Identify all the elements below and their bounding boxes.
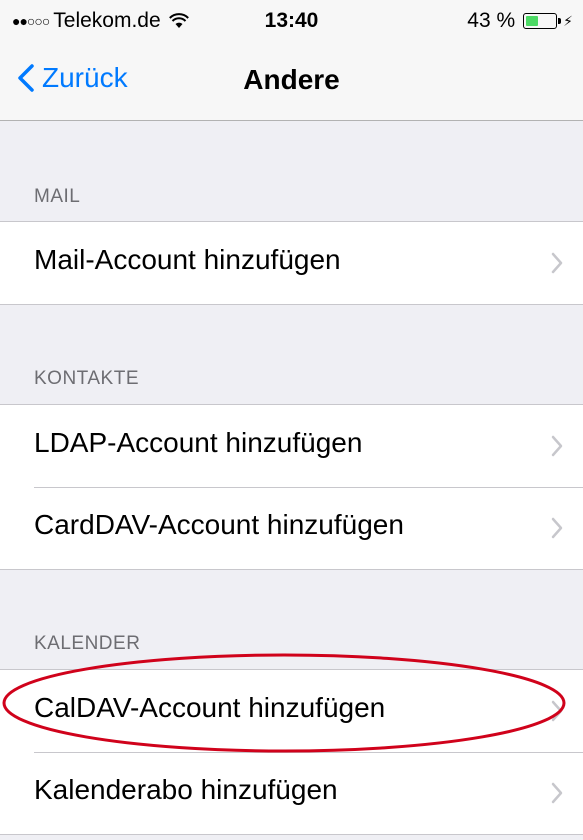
battery-nub — [558, 18, 562, 24]
chevron-right-icon — [551, 517, 563, 539]
chevron-right-icon — [551, 435, 563, 457]
section-header-contacts: KONTAKTE — [34, 368, 139, 389]
battery-info: 43 % ⚡ — [467, 9, 573, 33]
battery-percentage: 43 % — [467, 9, 516, 32]
chevron-right-icon — [551, 782, 563, 804]
contacts-group: LDAP-Account hinzufügen CardDAV-Account … — [0, 404, 583, 570]
chevron-right-icon — [551, 252, 563, 274]
battery-level — [526, 16, 539, 26]
add-calendar-subscription-row[interactable]: Kalenderabo hinzufügen — [0, 752, 583, 834]
add-ldap-account-row[interactable]: LDAP-Account hinzufügen — [0, 405, 583, 487]
chevron-right-icon — [551, 700, 563, 722]
section-header-calendar: KALENDER — [34, 633, 141, 654]
add-carddav-account-row[interactable]: CardDAV-Account hinzufügen — [0, 487, 583, 569]
navigation-bar: Zurück Andere — [0, 40, 583, 121]
battery-icon — [523, 13, 562, 29]
add-caldav-account-row[interactable]: CalDAV-Account hinzufügen — [0, 670, 583, 752]
status-bar: ●●○○○ Telekom.de 13:40 43 % ⚡ — [0, 0, 583, 40]
section-header-mail: MAIL — [34, 186, 81, 207]
calendar-group: CalDAV-Account hinzufügen Kalenderabo hi… — [0, 669, 583, 835]
add-caldav-account-label: CalDAV-Account hinzufügen — [34, 692, 386, 723]
bolt-icon: ⚡ — [563, 12, 573, 29]
add-calendar-subscription-label: Kalenderabo hinzufügen — [34, 774, 338, 805]
page-title: Andere — [243, 64, 340, 95]
add-ldap-account-label: LDAP-Account hinzufügen — [34, 427, 363, 458]
add-carddav-account-label: CardDAV-Account hinzufügen — [34, 509, 404, 540]
add-mail-account-label: Mail-Account hinzufügen — [34, 244, 341, 275]
add-mail-account-row[interactable]: Mail-Account hinzufügen — [0, 222, 583, 304]
mail-group: Mail-Account hinzufügen — [0, 221, 583, 305]
